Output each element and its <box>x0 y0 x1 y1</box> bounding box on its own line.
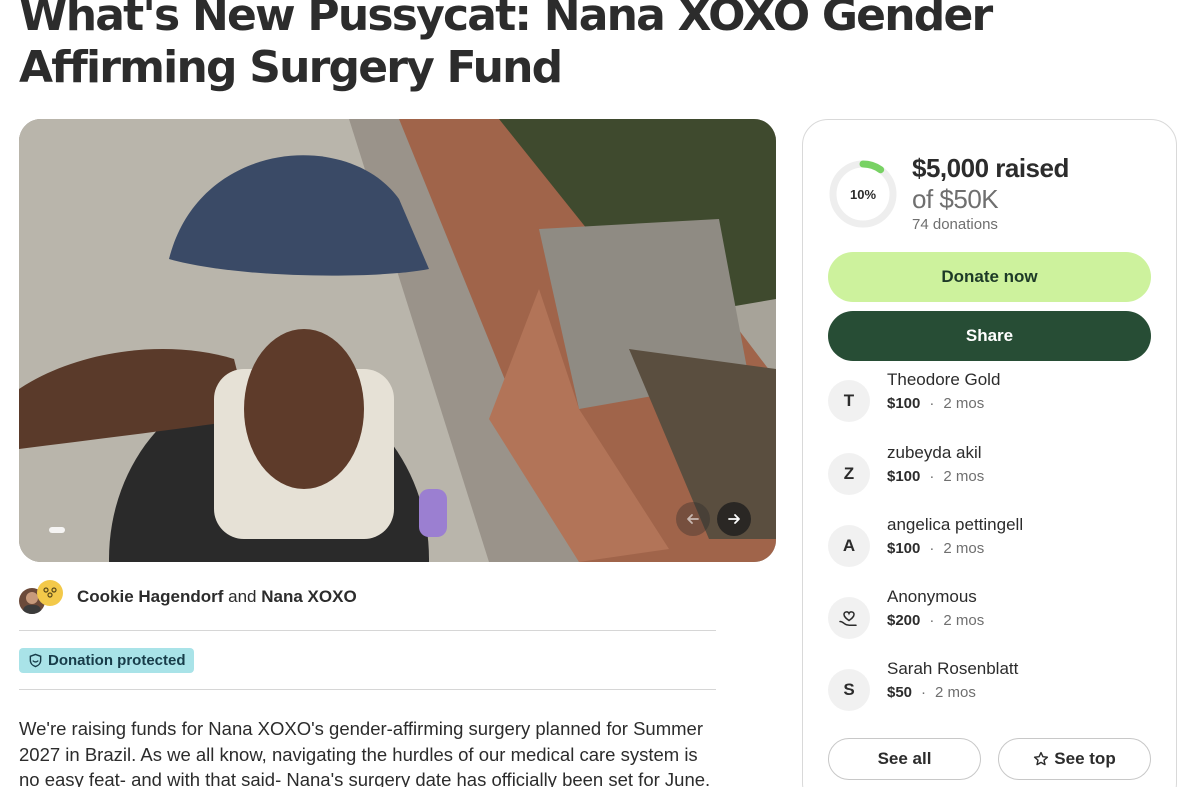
donor-meta: $200 · 2 mos <box>887 612 985 629</box>
donor-amount: $100 <box>887 395 921 412</box>
donor-time: 2 mos <box>943 395 985 412</box>
donor-avatar: T <box>828 380 870 422</box>
page-title: What's New Pussycat: Nana XOXO Gender Af… <box>19 0 993 93</box>
hero-photo <box>19 119 776 562</box>
donor-amount: $200 <box>887 612 921 629</box>
donor-time: 2 mos <box>943 612 985 629</box>
share-button[interactable]: Share <box>828 311 1151 361</box>
people-icon <box>43 587 57 598</box>
donor-avatar: S <box>828 669 870 711</box>
star-icon <box>1034 751 1049 766</box>
donor-amount: $100 <box>887 468 921 485</box>
organizer-avatars <box>19 580 71 614</box>
organizer-name-second[interactable]: Nana XOXO <box>261 587 356 606</box>
donor-item[interactable]: S Sarah Rosenblatt $50 · 2 mos <box>828 659 1158 715</box>
progress-percent: 10% <box>849 186 877 202</box>
donor-name: Sarah Rosenblatt <box>887 659 1019 678</box>
divider <box>19 630 716 631</box>
donor-name: angelica pettingell <box>887 515 1024 534</box>
donor-name: Theodore Gold <box>887 370 1001 389</box>
donor-time: 2 mos <box>943 468 985 485</box>
organizer-name-first[interactable]: Cookie Hagendorf <box>77 587 223 606</box>
donor-item[interactable]: Anonymous $200 · 2 mos <box>828 587 1158 643</box>
see-top-label: See top <box>1054 749 1116 768</box>
goal-amount: of $50K <box>912 184 999 214</box>
donor-name: Anonymous <box>887 587 977 606</box>
carousel-indicator[interactable] <box>49 527 65 533</box>
donor-avatar: A <box>828 525 870 567</box>
donation-count: 74 donations <box>912 216 998 233</box>
organizer-avatar-group[interactable] <box>37 580 63 606</box>
see-all-button[interactable]: See all <box>828 738 981 780</box>
donor-item[interactable]: T Theodore Gold $100 · 2 mos <box>828 370 1158 426</box>
donor-time: 2 mos <box>943 540 985 557</box>
donor-meta: $100 · 2 mos <box>887 468 985 485</box>
organizers-row: Cookie Hagendorf and Nana XOXO <box>19 580 357 614</box>
donor-name: zubeyda akil <box>887 443 982 462</box>
donor-item[interactable]: Z zubeyda akil $100 · 2 mos <box>828 443 1158 499</box>
amount-raised: $5,000 raised <box>912 153 1069 183</box>
donor-amount: $50 <box>887 684 913 701</box>
donor-meta: $100 · 2 mos <box>887 540 985 557</box>
donation-card: 10% $5,000 raised of $50K 74 donations D… <box>802 119 1177 787</box>
see-top-button[interactable]: See top <box>998 738 1151 780</box>
hero-image-carousel[interactable] <box>19 119 776 562</box>
divider <box>19 689 716 690</box>
organizer-joiner: and <box>228 587 257 606</box>
story-text: We're raising funds for Nana XOXO's gend… <box>19 718 711 787</box>
arrow-left-icon <box>687 514 699 524</box>
donor-item[interactable]: A angelica pettingell $100 · 2 mos <box>828 515 1158 571</box>
donate-now-button[interactable]: Donate now <box>828 252 1151 302</box>
heart-hand-icon <box>839 611 857 626</box>
previous-image-button[interactable] <box>676 502 710 536</box>
donor-avatar: Z <box>828 453 870 495</box>
organizers-text: Cookie Hagendorf and Nana XOXO <box>77 587 357 607</box>
donor-avatar-anonymous <box>828 597 870 639</box>
next-image-button[interactable] <box>717 502 751 536</box>
donor-amount: $100 <box>887 540 921 557</box>
donor-time: 2 mos <box>935 684 976 701</box>
donor-meta: $100 · 2 mos <box>887 395 985 412</box>
arrow-right-icon <box>728 514 740 524</box>
badge-label: Donation protected <box>48 652 186 669</box>
shield-icon <box>29 653 42 668</box>
donor-meta: $50 · 2 mos <box>887 684 976 701</box>
donation-protected-badge[interactable]: Donation protected <box>19 648 194 673</box>
